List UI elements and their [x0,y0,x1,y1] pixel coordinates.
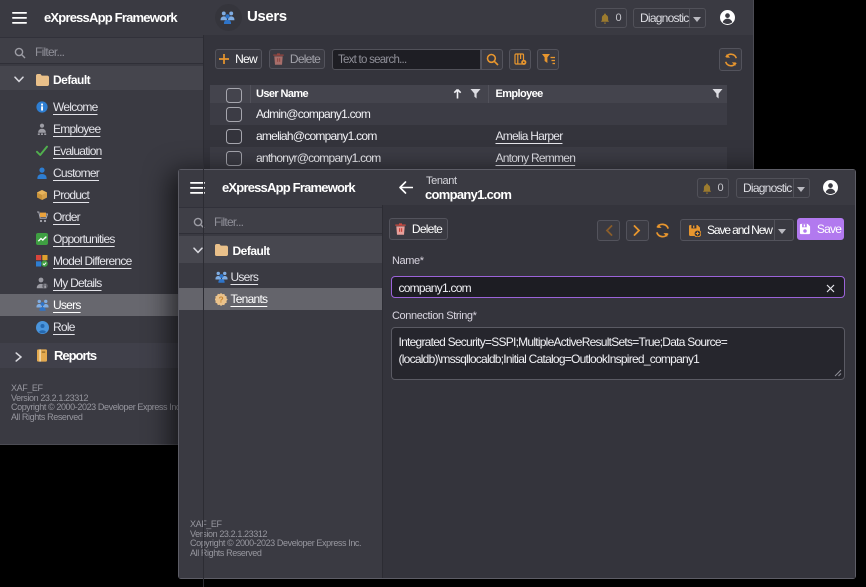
svg-text:?: ? [218,294,223,304]
